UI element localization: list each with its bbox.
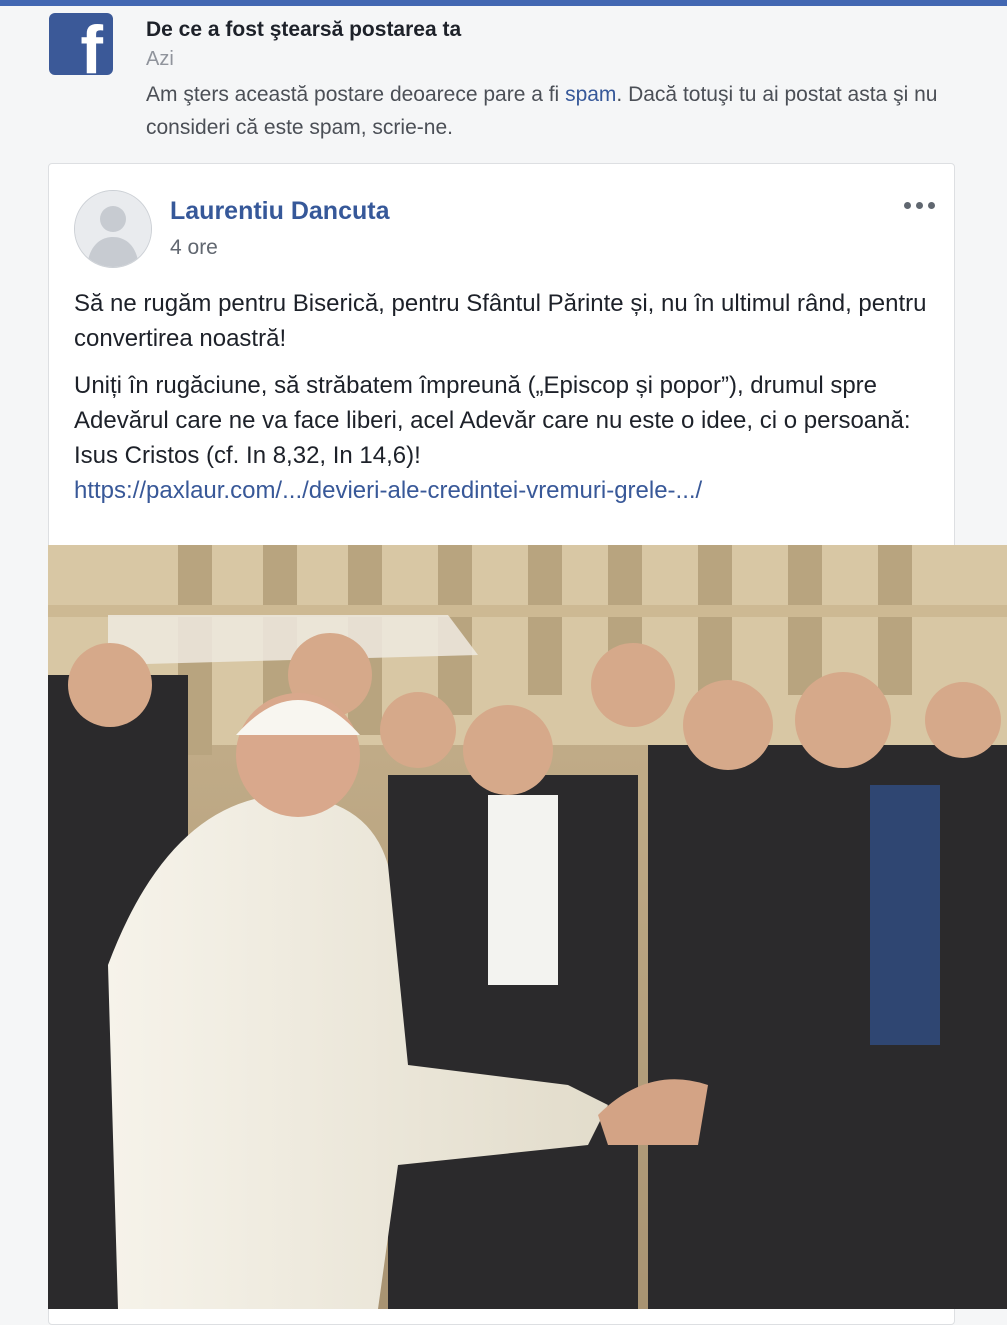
group-photo-image bbox=[48, 545, 1007, 1309]
more-options-icon[interactable] bbox=[902, 194, 938, 216]
post-paragraph-2: Uniți în rugăciune, să străbatem împreun… bbox=[74, 372, 911, 469]
spam-link[interactable]: spam bbox=[565, 83, 616, 106]
post-timestamp[interactable]: 4 ore bbox=[170, 236, 218, 260]
notification-message: Am şters această postare deoarece pare a… bbox=[146, 78, 966, 144]
facebook-logo-icon: f bbox=[49, 13, 113, 75]
removal-notification: f De ce a fost ştearsă postarea ta Azi A… bbox=[0, 6, 1007, 160]
notification-title: De ce a fost ştearsă postarea ta bbox=[146, 18, 462, 41]
author-name[interactable]: Laurentiu Dancuta bbox=[170, 197, 389, 226]
notification-time: Azi bbox=[146, 48, 174, 70]
default-avatar-icon bbox=[75, 191, 151, 267]
post-link[interactable]: https://paxlaur.com/.../devieri-ale-cred… bbox=[74, 477, 702, 504]
post-text: Să ne rugăm pentru Biserică, pentru Sfân… bbox=[74, 286, 934, 508]
message-text-start: Am şters această postare deoarece pare a… bbox=[146, 83, 566, 106]
post-paragraph-1: Să ne rugăm pentru Biserică, pentru Sfân… bbox=[74, 290, 927, 352]
avatar[interactable] bbox=[74, 190, 152, 268]
post-photo[interactable] bbox=[48, 545, 1007, 1309]
